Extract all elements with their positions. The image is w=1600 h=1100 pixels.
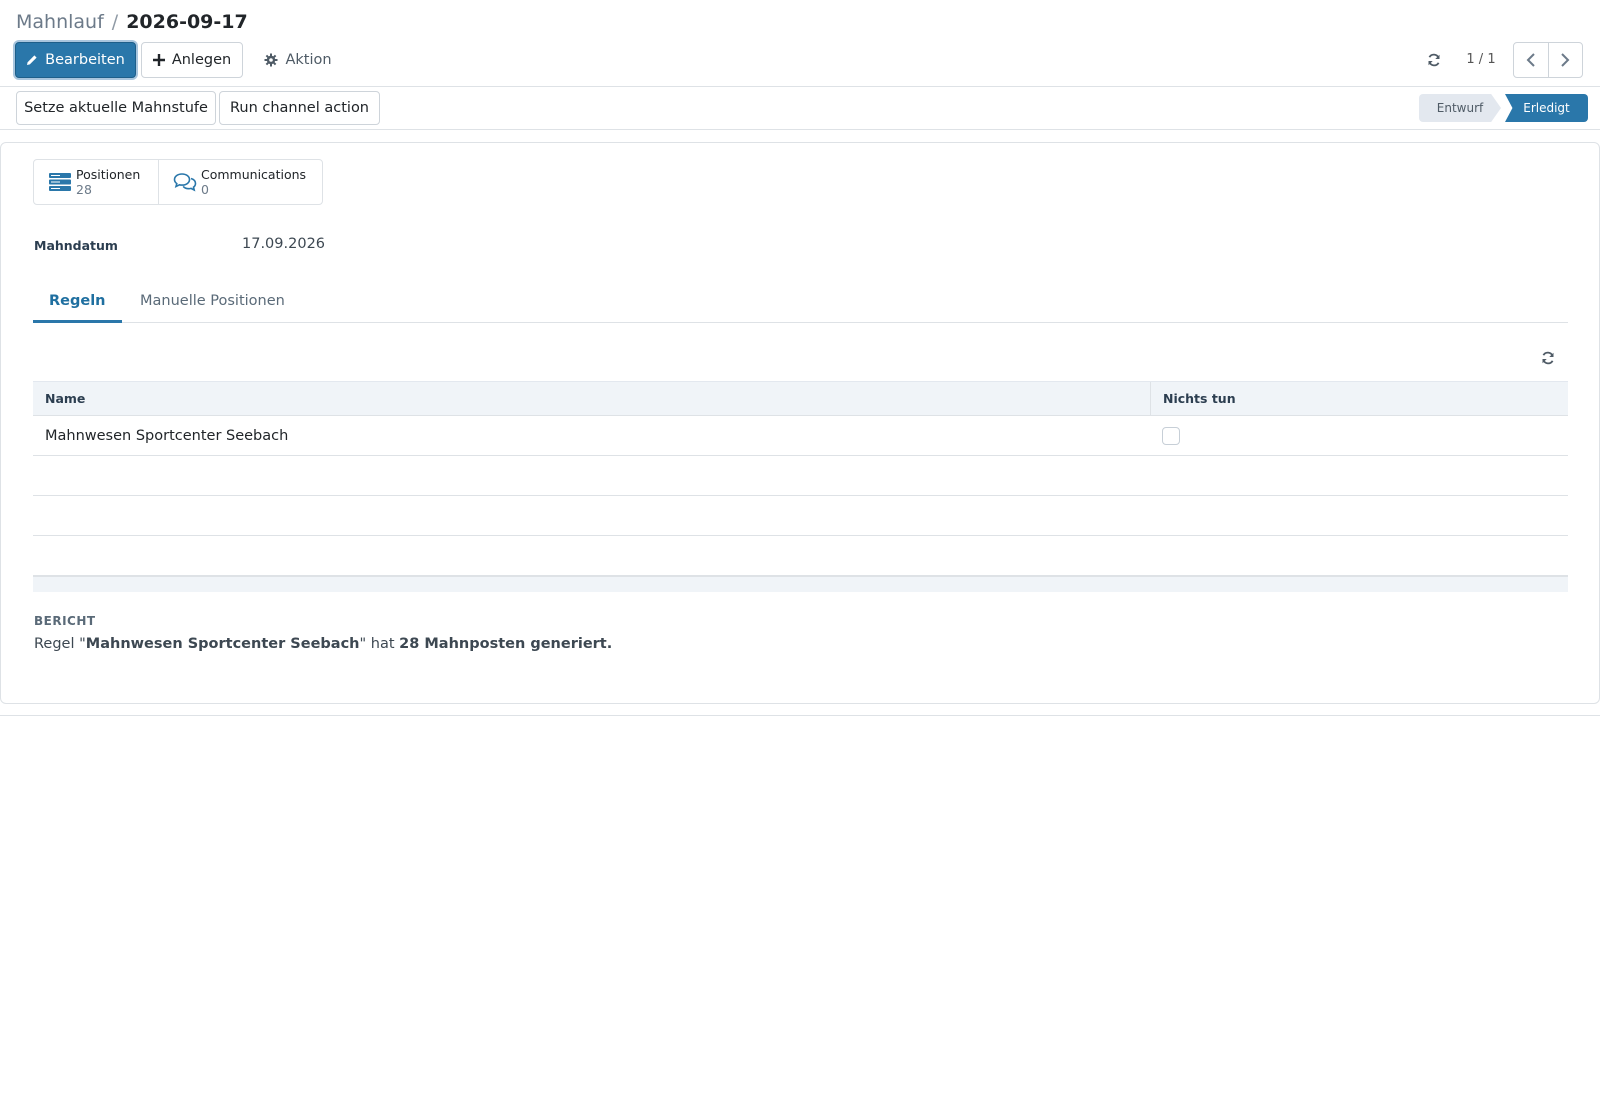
rule-name-cell[interactable]: Mahnwesen Sportcenter Seebach [33, 416, 1151, 455]
table-row[interactable]: Mahnwesen Sportcenter Seebach [33, 416, 1568, 456]
table-header: Name Nichts tun [33, 381, 1568, 416]
sheet-divider [0, 715, 1600, 716]
tab-manual-positions[interactable]: Manuelle Positionen [124, 283, 301, 323]
do-nothing-cell [1151, 416, 1568, 455]
page-title: 2026-09-17 [126, 11, 248, 33]
column-header-name[interactable]: Name [33, 382, 1151, 415]
report-rule-name: Mahnwesen Sportcenter Seebach [85, 636, 360, 652]
communications-smart-button[interactable]: Communications 0 [159, 160, 322, 204]
comments-icon [173, 170, 197, 194]
breadcrumb-parent-link[interactable]: Mahnlauf [16, 11, 104, 33]
positions-smart-button-count: 28 [76, 182, 92, 197]
report-prefix: Regel " [34, 636, 86, 652]
pager-next-button[interactable] [1547, 43, 1583, 77]
dunning-date-value: 17.09.2026 [242, 236, 326, 252]
breadcrumb-separator: / [111, 11, 119, 33]
form-statusbar: Setze aktuelle Mahnstufe Run channel act… [0, 88, 1600, 130]
rules-table: Name Nichts tun Mahnwesen Sportcenter Se… [33, 381, 1568, 592]
positions-smart-button-label: Positionen [76, 167, 141, 182]
create-button-label: Anlegen [171, 52, 232, 68]
smart-button-box: Positionen 28 Communications 0 [33, 159, 323, 205]
pager-buttons [1513, 42, 1583, 78]
pencil-icon [26, 54, 38, 66]
communications-smart-button-label: Communications [201, 167, 307, 182]
form-sheet: Positionen 28 Communications 0 Mahndatum… [0, 142, 1600, 704]
list-reload-button[interactable] [1538, 348, 1558, 368]
refresh-icon [1542, 351, 1554, 365]
table-footer [33, 576, 1568, 592]
breadcrumb: Mahnlauf / 2026-09-17 [16, 9, 248, 35]
run-channel-action-button[interactable]: Run channel action [219, 91, 380, 125]
control-panel: Mahnlauf / 2026-09-17 Bearbeiten Anlegen A… [0, 0, 1600, 87]
report-label: BERICHT [34, 614, 96, 628]
reload-button[interactable] [1424, 50, 1444, 70]
pager-previous-button[interactable] [1514, 43, 1548, 77]
plus-icon [152, 54, 165, 66]
chevron-left-icon [1526, 53, 1535, 67]
refresh-icon [1428, 53, 1440, 67]
report-text: Regel "Mahnwesen Sportcenter Seebach" ha… [34, 636, 612, 652]
stage-draft[interactable]: Entwurf [1419, 94, 1501, 122]
edit-button-label: Bearbeiten [45, 52, 125, 68]
empty-table-row [33, 496, 1568, 536]
action-menu-label: Aktion [285, 52, 332, 68]
stage-done[interactable]: Erledigt [1505, 94, 1588, 122]
pager-value[interactable]: 1 / 1 [1462, 50, 1500, 70]
action-menu-button[interactable]: Aktion [256, 42, 340, 78]
positions-smart-button[interactable]: Positionen 28 [34, 160, 159, 204]
list-icon [48, 170, 72, 194]
column-header-do-nothing[interactable]: Nichts tun [1151, 382, 1568, 415]
communications-smart-button-count: 0 [201, 182, 209, 197]
dunning-date-label: Mahndatum [34, 238, 118, 253]
empty-table-row [33, 536, 1568, 576]
empty-table-row [33, 456, 1568, 496]
create-button[interactable]: Anlegen [141, 42, 243, 78]
chevron-right-icon [1561, 53, 1570, 67]
edit-button[interactable]: Bearbeiten [15, 42, 136, 78]
tab-rules[interactable]: Regeln [33, 283, 122, 323]
report-result: 28 Mahnposten generiert. [399, 636, 613, 652]
gear-icon [264, 53, 278, 67]
report-middle: " hat [359, 636, 400, 652]
do-nothing-checkbox[interactable] [1162, 426, 1180, 445]
notebook-tabs: Regeln Manuelle Positionen [33, 283, 1568, 323]
set-current-dunning-level-button[interactable]: Setze aktuelle Mahnstufe [16, 91, 216, 125]
